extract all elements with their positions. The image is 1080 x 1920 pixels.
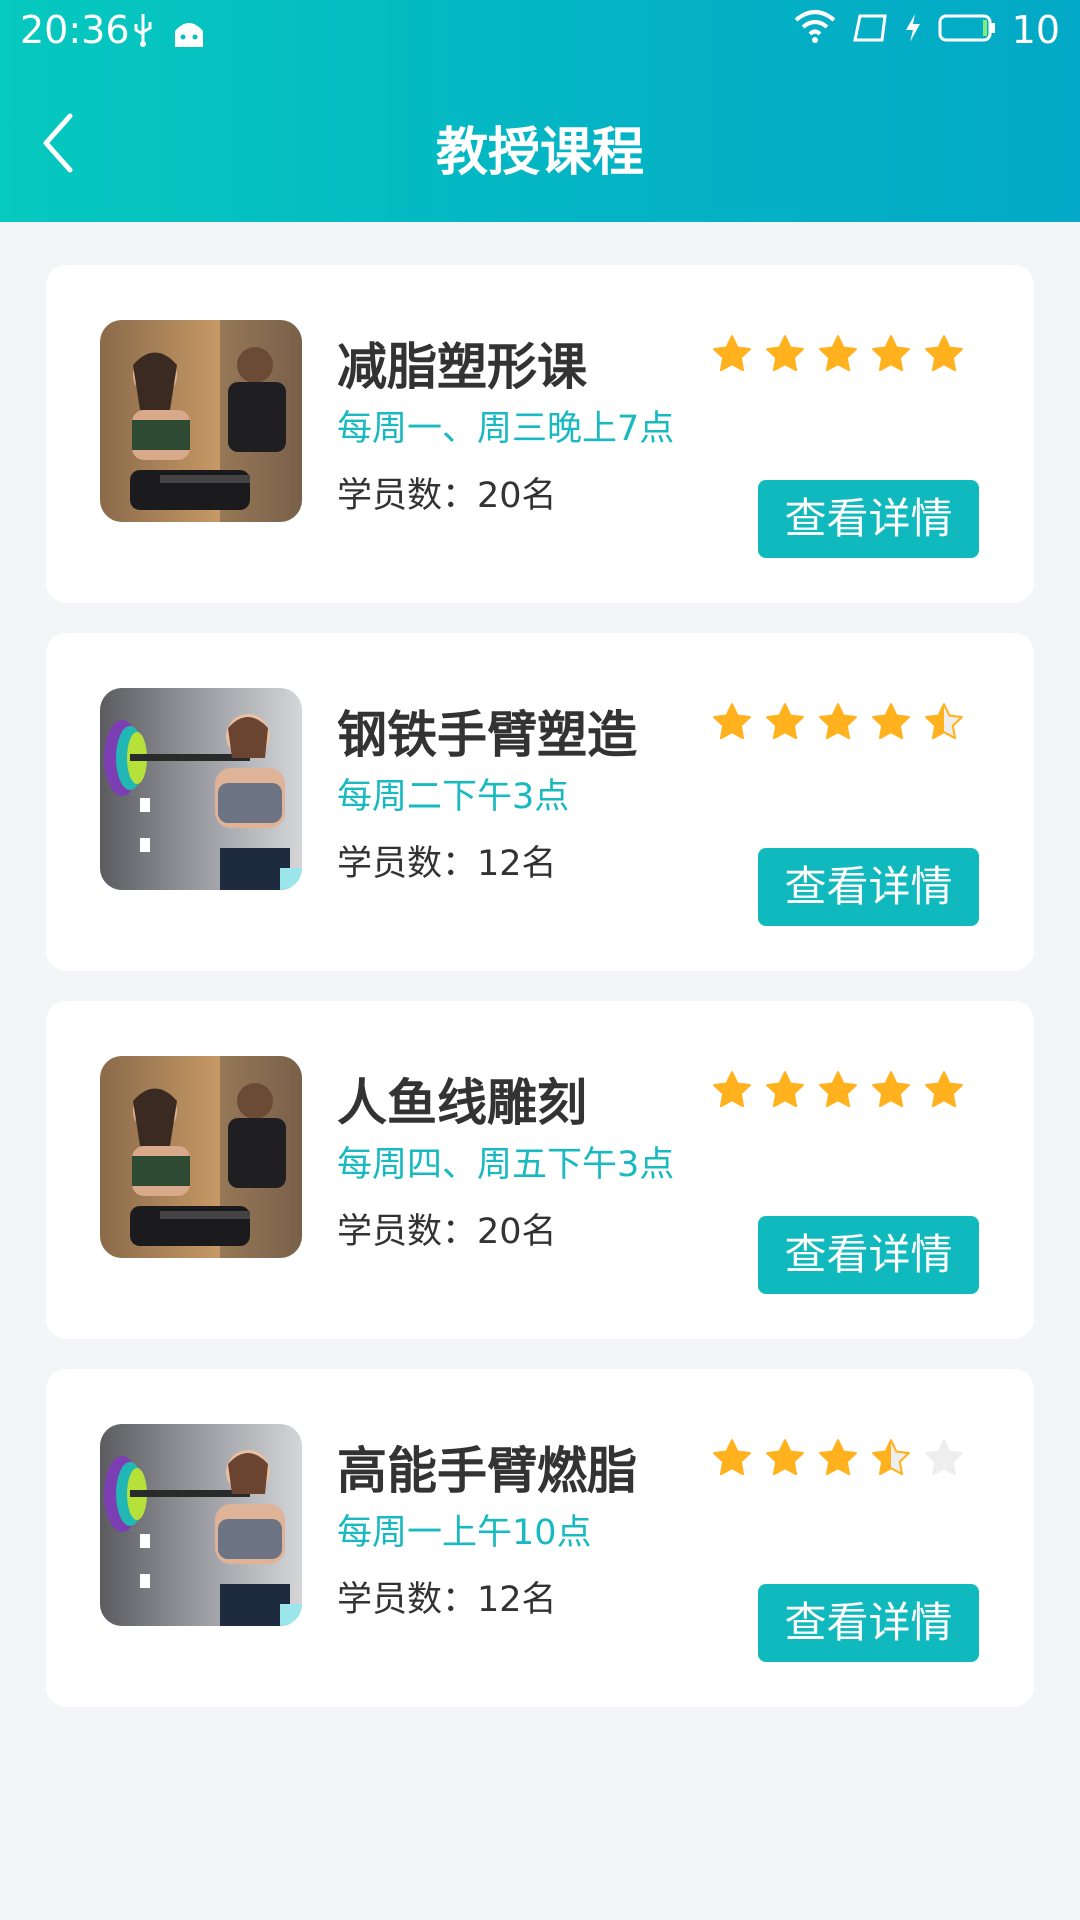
star-icon <box>925 703 963 740</box>
rowing-workout-photo <box>100 320 302 522</box>
star-icon <box>872 1071 910 1108</box>
course-students: 学员数：12名 <box>337 844 557 884</box>
nav-bar: 教授课程 <box>0 80 1080 210</box>
course-card: 钢铁手臂塑造 每周二下午3点 学员数：12名 查看详情 <box>46 633 1034 971</box>
rating-stars <box>711 333 976 375</box>
star-icon <box>819 703 857 740</box>
course-schedule: 每周一、周三晚上7点 <box>337 409 675 449</box>
wifi-icon <box>794 8 836 52</box>
android-icon <box>172 14 206 58</box>
rating-stars <box>711 701 976 743</box>
view-details-button[interactable]: 查看详情 <box>758 480 979 558</box>
course-thumbnail[interactable] <box>100 688 302 890</box>
star-icon <box>713 1439 751 1476</box>
star-icon <box>766 1071 804 1108</box>
course-name: 高能手臂燃脂 <box>337 1442 637 1500</box>
course-students: 学员数：12名 <box>337 1580 557 1620</box>
sim-card-icon <box>852 8 888 52</box>
barbell-workout-photo <box>100 688 302 890</box>
app-header: 20:36 10 教授课程 <box>0 0 1080 222</box>
status-bar: 20:36 10 <box>0 0 1080 60</box>
star-icon <box>925 1439 963 1476</box>
course-card: 高能手臂燃脂 每周一上午10点 学员数：12名 查看详情 <box>46 1369 1034 1707</box>
battery-icon <box>938 8 996 52</box>
course-name: 钢铁手臂塑造 <box>337 706 637 764</box>
status-time: 20:36 <box>20 8 130 52</box>
course-card: 人鱼线雕刻 每周四、周五下午3点 学员数：20名 查看详情 <box>46 1001 1034 1339</box>
course-thumbnail[interactable] <box>100 320 302 522</box>
star-icon <box>819 1071 857 1108</box>
course-schedule: 每周二下午3点 <box>337 777 570 817</box>
rating-stars <box>711 1437 976 1479</box>
battery-percent: 10 <box>1011 8 1060 52</box>
view-details-button[interactable]: 查看详情 <box>758 1216 979 1294</box>
course-name: 减脂塑形课 <box>337 338 587 396</box>
usb-icon <box>130 12 156 57</box>
star-icon <box>872 335 910 372</box>
course-name: 人鱼线雕刻 <box>337 1074 587 1132</box>
star-icon <box>925 335 963 372</box>
status-right: 10 <box>778 8 1060 52</box>
star-icon <box>766 703 804 740</box>
star-icon <box>713 335 751 372</box>
star-icon <box>766 1439 804 1476</box>
star-icon <box>713 1071 751 1108</box>
star-icon <box>819 335 857 372</box>
star-icon <box>872 1439 910 1476</box>
course-thumbnail[interactable] <box>100 1056 302 1258</box>
star-icon <box>819 1439 857 1476</box>
course-students: 学员数：20名 <box>337 476 557 516</box>
course-schedule: 每周四、周五下午3点 <box>337 1145 675 1185</box>
course-students: 学员数：20名 <box>337 1212 557 1252</box>
rowing-workout-photo <box>100 1056 302 1258</box>
course-card: 减脂塑形课 每周一、周三晚上7点 学员数：20名 查看详情 <box>46 265 1034 603</box>
course-thumbnail[interactable] <box>100 1424 302 1626</box>
view-details-button[interactable]: 查看详情 <box>758 848 979 926</box>
star-icon <box>713 703 751 740</box>
course-list: 减脂塑形课 每周一、周三晚上7点 学员数：20名 查看详情 钢铁手臂塑造 每周二… <box>46 265 1034 1737</box>
page-title: 教授课程 <box>435 123 644 183</box>
view-details-button[interactable]: 查看详情 <box>758 1584 979 1662</box>
rating-stars <box>711 1069 976 1111</box>
course-schedule: 每周一上午10点 <box>337 1513 592 1553</box>
star-icon <box>766 335 804 372</box>
star-icon <box>872 703 910 740</box>
barbell-workout-photo <box>100 1424 302 1626</box>
charging-icon <box>904 8 922 52</box>
star-icon <box>925 1071 963 1108</box>
